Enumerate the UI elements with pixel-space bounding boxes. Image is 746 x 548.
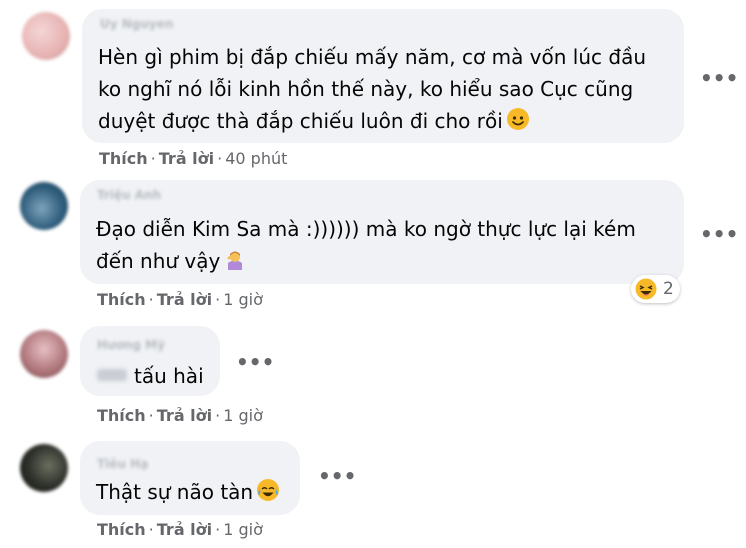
more-options-icon[interactable]: ••• [700, 224, 738, 244]
like-link[interactable]: Thích [97, 290, 146, 309]
blurred-text [97, 369, 127, 381]
comment-actions: Thích · Trả lời · 1 giờ [97, 520, 263, 539]
reaction-summary[interactable]: 2 [631, 275, 680, 303]
comment-actions: Thích · Trả lời · 1 giờ [97, 290, 263, 309]
comment-text: duyệt được thà đắp chiếu luôn đi cho rồi [98, 109, 503, 133]
comment-text-line: Hèn gì phim bị đắp chiếu mấy năm, cơ mà … [98, 45, 646, 69]
comment-actions: Thích · Trả lời · 1 giờ [97, 406, 263, 425]
separator: · [215, 406, 221, 425]
separator: · [215, 520, 221, 539]
comment-text: Thật sự não tàn [96, 480, 254, 504]
comment-text-line: đến như vậy [96, 245, 246, 277]
avatar[interactable] [20, 182, 68, 230]
timestamp[interactable]: 1 giờ [223, 290, 263, 309]
timestamp[interactable]: 40 phút [225, 149, 287, 168]
comment-author[interactable]: Tiêu Hạ [97, 457, 148, 471]
more-options-icon[interactable]: ••• [700, 68, 738, 88]
more-options-icon[interactable]: ••• [236, 352, 274, 372]
reply-link[interactable]: Trả lời [157, 520, 212, 539]
smiling-face-icon [506, 108, 529, 130]
like-link[interactable]: Thích [97, 520, 146, 539]
like-link[interactable]: Thích [97, 406, 146, 425]
comment-text-line: duyệt được thà đắp chiếu luôn đi cho rồi [98, 105, 529, 137]
comment-text-line: Thật sự não tàn [96, 476, 280, 508]
comment-author[interactable]: Hương Mỹ [97, 338, 165, 352]
laughing-face-icon [635, 278, 657, 300]
reply-link[interactable]: Trả lời [157, 290, 212, 309]
reply-link[interactable]: Trả lời [159, 149, 214, 168]
avatar[interactable] [20, 330, 68, 378]
person-facepalming-icon [224, 248, 246, 270]
like-link[interactable]: Thích [99, 149, 148, 168]
comment-actions: Thích · Trả lời · 40 phút [99, 149, 287, 168]
comment-text-line: tấu hài [134, 364, 204, 388]
separator: · [148, 406, 154, 425]
crying-laughing-face-icon [257, 479, 280, 501]
separator: · [217, 149, 223, 168]
separator: · [148, 290, 154, 309]
comment-text: đến như vậy [96, 249, 221, 273]
avatar[interactable] [22, 12, 70, 60]
separator: · [215, 290, 221, 309]
comment-author[interactable]: Triệu Anh [97, 188, 161, 202]
more-options-icon[interactable]: ••• [318, 466, 356, 486]
comment-author[interactable]: Uy Nguyen [100, 17, 173, 31]
timestamp[interactable]: 1 giờ [223, 520, 263, 539]
reply-link[interactable]: Trả lời [157, 406, 212, 425]
timestamp[interactable]: 1 giờ [223, 406, 263, 425]
reaction-count: 2 [663, 279, 674, 299]
separator: · [150, 149, 156, 168]
comment-text-line: ko nghĩ nó lỗi kinh hồn thế này, ko hiểu… [98, 77, 634, 101]
comment-text-line: Đạo diễn Kim Sa mà :)))))) mà ko ngờ thự… [96, 217, 636, 241]
separator: · [148, 520, 154, 539]
avatar[interactable] [20, 444, 68, 492]
